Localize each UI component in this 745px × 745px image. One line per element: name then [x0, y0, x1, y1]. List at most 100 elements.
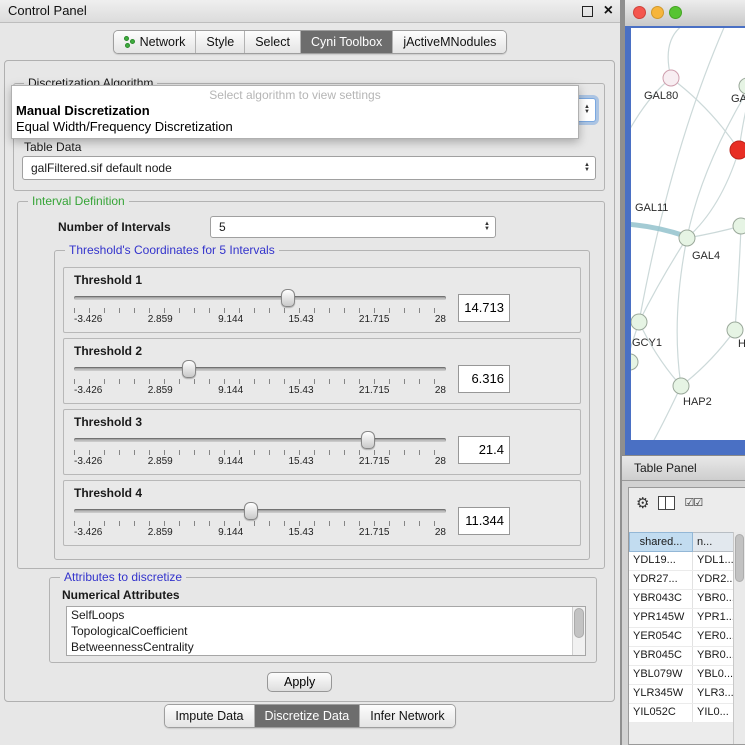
- threshold-3-label: Threshold 3: [74, 415, 570, 429]
- combo-stepper-icon: ▲▼: [484, 222, 490, 232]
- apply-button[interactable]: Apply: [267, 672, 332, 692]
- threshold-1-value-field[interactable]: [458, 294, 510, 322]
- slider-thumb[interactable]: [281, 289, 295, 307]
- tab-cyni-toolbox[interactable]: Cyni Toolbox: [301, 31, 393, 53]
- number-of-intervals-combobox[interactable]: 5 ▲▼: [210, 216, 496, 238]
- table-cell[interactable]: YBR045C: [629, 647, 693, 665]
- columns-icon[interactable]: [658, 496, 675, 510]
- scale-tick-label: 15.43: [289, 527, 314, 538]
- slider-track[interactable]: [74, 438, 446, 442]
- window-minimize-icon[interactable]: [651, 6, 664, 19]
- combo-stepper-icon: ▲▼: [584, 163, 590, 173]
- threshold-4-value-field[interactable]: [458, 507, 510, 535]
- column-header-shared-name[interactable]: shared...: [629, 532, 693, 552]
- slider-thumb[interactable]: [361, 431, 375, 449]
- scale-tick-label: -3.426: [74, 456, 102, 467]
- scale-tick-label: 9.144: [218, 527, 243, 538]
- network-node[interactable]: [727, 322, 743, 338]
- tab-discretize-data[interactable]: Discretize Data: [255, 705, 361, 727]
- slider-thumb[interactable]: [244, 502, 258, 520]
- tab-infer-network[interactable]: Infer Network: [360, 705, 454, 727]
- threshold-2-slider[interactable]: [74, 361, 446, 376]
- window-zoom-icon[interactable]: [669, 6, 682, 19]
- slider-scale: -3.4262.8599.14415.4321.71528: [74, 314, 446, 325]
- attributes-group: Attributes to discretize Numerical Attri…: [49, 577, 597, 663]
- scale-tick-label: 28: [435, 385, 446, 396]
- table-cell[interactable]: YDL19...: [629, 552, 693, 570]
- tab-impute-data[interactable]: Impute Data: [165, 705, 254, 727]
- network-node[interactable]: [631, 354, 638, 370]
- threshold-2-panel: Threshold 2 -3.4262.8599.14415.4321.7152…: [63, 338, 581, 404]
- table-row[interactable]: YDL19...YDL1...: [629, 552, 745, 571]
- scale-tick-label: 9.144: [218, 385, 243, 396]
- slider-ticks: [74, 308, 446, 313]
- table-cell[interactable]: YPR145W: [629, 609, 693, 627]
- select-all-icon[interactable]: ☑☑: [684, 498, 702, 509]
- network-node-gal4[interactable]: [679, 230, 695, 246]
- tab-label: Network: [140, 35, 186, 49]
- dropdown-option-manual-discretization[interactable]: Manual Discretization: [12, 103, 578, 119]
- algorithm-dropdown-popup: Select algorithm to view settings Manual…: [11, 85, 579, 139]
- list-item-topologicalcoefficient[interactable]: TopologicalCoefficient: [67, 623, 585, 639]
- tab-style[interactable]: Style: [196, 31, 245, 53]
- list-item-betweennesscentrality[interactable]: BetweennessCentrality: [67, 639, 585, 655]
- table-row[interactable]: YBL079WYBL0...: [629, 666, 745, 685]
- network-node-hap2[interactable]: [673, 378, 689, 394]
- slider-thumb[interactable]: [182, 360, 196, 378]
- tab-label: Discretize Data: [265, 709, 350, 723]
- threshold-2-value-field[interactable]: [458, 365, 510, 393]
- tab-network[interactable]: Network: [114, 31, 197, 53]
- table-cell[interactable]: YIL052C: [629, 704, 693, 722]
- table-cell[interactable]: YDR27...: [629, 571, 693, 589]
- slider-scale: -3.4262.8599.14415.4321.71528: [74, 456, 446, 467]
- table-scrollbar[interactable]: [733, 532, 745, 744]
- scale-tick-label: -3.426: [74, 385, 102, 396]
- network-canvas[interactable]: GAL80 GAL GAL11 GAL4 GCY1 HAP2 H: [631, 28, 745, 440]
- scrollbar-thumb[interactable]: [735, 534, 744, 582]
- tab-jactivemnodules[interactable]: jActiveMNodules: [393, 31, 506, 53]
- network-node-gal80[interactable]: [663, 70, 679, 86]
- table-panel-header[interactable]: Table Panel: [622, 455, 745, 481]
- threshold-3-panel: Threshold 3 -3.4262.8599.14415.4321.7152…: [63, 409, 581, 475]
- threshold-1-slider[interactable]: [74, 290, 446, 305]
- control-panel-window: Control Panel × Network Style Select Cyn…: [0, 0, 620, 745]
- tab-select[interactable]: Select: [245, 31, 301, 53]
- control-panel-titlebar: Control Panel ×: [0, 0, 620, 23]
- group-title: Interval Definition: [28, 194, 129, 208]
- network-node-gcy1[interactable]: [631, 314, 647, 330]
- list-scrollbar[interactable]: [572, 607, 585, 655]
- network-node[interactable]: [739, 78, 745, 94]
- network-node[interactable]: [733, 218, 745, 234]
- table-row[interactable]: YLR345WYLR3...: [629, 685, 745, 704]
- table-row[interactable]: YBR045CYBR0...: [629, 647, 745, 666]
- table-row[interactable]: YPR145WYPR1...: [629, 609, 745, 628]
- undock-icon[interactable]: [582, 6, 593, 17]
- gear-icon[interactable]: ⚙: [636, 496, 649, 511]
- table-row[interactable]: YDR27...YDR2...: [629, 571, 745, 590]
- network-node-selected-red[interactable]: [730, 141, 745, 159]
- scale-tick-label: 15.43: [289, 385, 314, 396]
- dropdown-option-equal-width-frequency[interactable]: Equal Width/Frequency Discretization: [12, 119, 578, 135]
- table-cell[interactable]: YER054C: [629, 628, 693, 646]
- slider-track[interactable]: [74, 367, 446, 371]
- close-icon[interactable]: ×: [604, 1, 613, 21]
- slider-track[interactable]: [74, 509, 446, 513]
- window-close-icon[interactable]: [633, 6, 646, 19]
- scale-tick-label: 15.43: [289, 314, 314, 325]
- table-row[interactable]: YBR043CYBR0...: [629, 590, 745, 609]
- slider-track[interactable]: [74, 296, 446, 300]
- threshold-3-slider[interactable]: [74, 432, 446, 447]
- table-cell[interactable]: YBR043C: [629, 590, 693, 608]
- table-cell[interactable]: YLR345W: [629, 685, 693, 703]
- list-item-selfloops[interactable]: SelfLoops: [67, 607, 585, 623]
- threshold-3-value-field[interactable]: [458, 436, 510, 464]
- highlighted-edge[interactable]: [631, 224, 685, 236]
- network-window-titlebar[interactable]: [625, 0, 745, 27]
- table-row[interactable]: YIL052CYIL0...: [629, 704, 745, 723]
- table-row[interactable]: YER054CYER0...: [629, 628, 745, 647]
- threshold-4-slider[interactable]: [74, 503, 446, 518]
- table-cell[interactable]: YBL079W: [629, 666, 693, 684]
- numerical-attributes-label: Numerical Attributes: [62, 588, 180, 602]
- scrollbar-thumb[interactable]: [574, 608, 584, 638]
- table-data-combobox[interactable]: galFiltered.sif default node ▲▼: [22, 156, 596, 180]
